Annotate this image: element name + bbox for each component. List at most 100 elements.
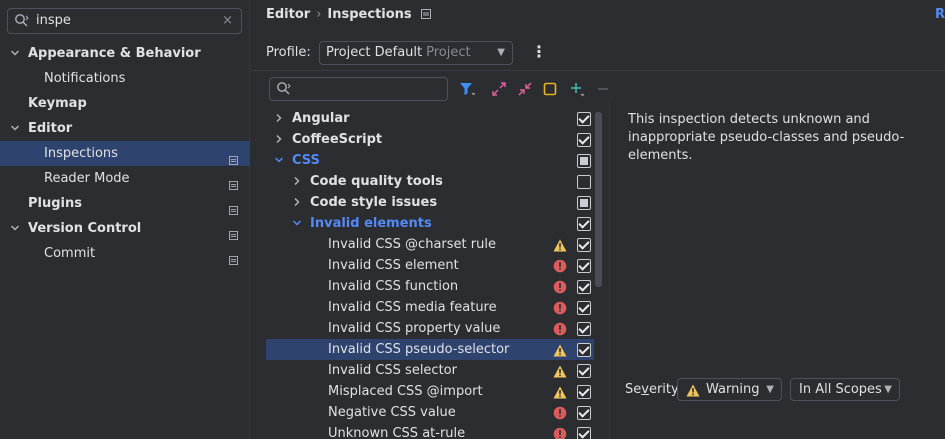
severity-value: Warning	[706, 382, 760, 397]
collapse-all-icon[interactable]	[517, 81, 533, 97]
checkbox-icon[interactable]	[577, 259, 591, 273]
inspection-row[interactable]: Invalid CSS media feature	[266, 297, 594, 318]
clear-icon[interactable]: ×	[222, 13, 233, 28]
settings-search-input[interactable]: inspe ×	[7, 8, 242, 34]
chevron-down-icon: ▼	[884, 384, 892, 395]
project-icon	[229, 249, 238, 265]
inspection-filter-input[interactable]	[269, 77, 448, 101]
sidebar-item-reader-mode[interactable]: Reader Mode	[0, 166, 250, 191]
checkbox-icon[interactable]	[577, 217, 591, 231]
inspection-row[interactable]: Code quality tools	[266, 171, 594, 192]
checkbox-icon[interactable]	[577, 427, 591, 439]
inspection-row[interactable]: Invalid elements	[266, 213, 594, 234]
project-icon	[229, 149, 238, 165]
inspection-row[interactable]: Invalid CSS element	[266, 255, 594, 276]
search-icon	[276, 81, 292, 101]
error-icon	[553, 322, 567, 336]
checkbox-icon[interactable]	[577, 322, 591, 336]
profile-select[interactable]: Project Default Project ▼	[319, 41, 513, 65]
sidebar-item-inspections[interactable]: Inspections	[0, 141, 250, 166]
inspection-row[interactable]: CoffeeScript	[266, 129, 594, 150]
inspection-row[interactable]: Invalid CSS selector	[266, 360, 594, 381]
checkbox-icon[interactable]	[577, 112, 591, 126]
checkbox-icon[interactable]	[577, 385, 591, 399]
inspection-row[interactable]: CSS	[266, 150, 594, 171]
project-icon	[420, 8, 431, 23]
inspections-tree: Angular CoffeeScript CSS Code quality tools…	[266, 108, 594, 439]
inspection-row[interactable]: Negative CSS value	[266, 402, 594, 423]
inspection-label: Invalid CSS pseudo-selector	[328, 342, 510, 357]
inspection-row[interactable]: Invalid CSS property value	[266, 318, 594, 339]
error-icon	[553, 259, 567, 273]
inspection-row[interactable]: Angular	[266, 108, 594, 129]
warning-icon	[686, 383, 700, 404]
inspection-row[interactable]: Invalid CSS @charset rule	[266, 234, 594, 255]
breadcrumb-current: Inspections	[327, 7, 412, 22]
breadcrumb-parent[interactable]: Editor	[266, 7, 310, 22]
chevron-right-icon[interactable]	[292, 192, 304, 213]
sidebar-item-appearance-behavior[interactable]: Appearance & Behavior	[0, 41, 250, 66]
inspection-row[interactable]: Invalid CSS function	[266, 276, 594, 297]
checkbox-icon[interactable]	[577, 196, 591, 210]
inspection-description: This inspection detects unknown and inap…	[628, 112, 905, 163]
chevron-down-icon[interactable]	[10, 216, 24, 241]
sidebar-item-keymap[interactable]: Keymap	[0, 91, 250, 116]
chevron-down-icon[interactable]	[10, 116, 24, 141]
profile-scope: Project	[426, 45, 471, 60]
checkbox-icon[interactable]	[577, 154, 591, 168]
checkbox-icon[interactable]	[577, 364, 591, 378]
severity-select[interactable]: Warning ▼	[677, 378, 782, 401]
checkbox-icon[interactable]	[577, 238, 591, 252]
settings-tree: Appearance & Behavior Notifications Keymap…	[0, 41, 250, 266]
chevron-right-icon[interactable]	[274, 129, 286, 150]
project-icon	[229, 199, 238, 215]
breadcrumb: Editor › Inspections	[266, 7, 431, 23]
chevron-right-icon[interactable]	[274, 108, 286, 129]
sidebar-item-version-control[interactable]: Version Control	[0, 216, 250, 241]
inspection-row[interactable]: Unknown CSS at-rule	[266, 423, 594, 439]
reset-link[interactable]: R	[935, 7, 945, 22]
splitter[interactable]	[609, 101, 610, 439]
settings-search-value: inspe	[36, 13, 71, 28]
inspection-label: Invalid CSS selector	[328, 363, 457, 378]
inspection-row[interactable]: Invalid CSS pseudo-selector	[266, 339, 594, 360]
more-options-icon[interactable]: ⋮	[531, 42, 547, 61]
expand-all-icon[interactable]	[491, 81, 507, 97]
error-icon	[553, 301, 567, 315]
sidebar-item-editor[interactable]: Editor	[0, 116, 250, 141]
error-icon	[553, 427, 567, 439]
chevron-down-icon[interactable]	[274, 150, 286, 171]
sidebar-item-commit[interactable]: Commit	[0, 241, 250, 266]
add-icon[interactable]	[569, 81, 585, 97]
checkbox-icon[interactable]	[577, 280, 591, 294]
reset-icon[interactable]	[542, 81, 558, 97]
remove-icon[interactable]	[595, 81, 611, 97]
checkbox-icon[interactable]	[577, 406, 591, 420]
inspection-row[interactable]: Misplaced CSS @import	[266, 381, 594, 402]
sidebar-item-plugins[interactable]: Plugins	[0, 191, 250, 216]
inspection-row[interactable]: Code style issues	[266, 192, 594, 213]
checkbox-icon[interactable]	[577, 175, 591, 189]
inspections-panel: Editor › Inspections R Profile: Project De…	[251, 0, 945, 439]
warning-icon	[553, 385, 567, 399]
warning-icon	[553, 364, 567, 378]
chevron-down-icon[interactable]	[10, 41, 24, 66]
checkbox-icon[interactable]	[577, 343, 591, 357]
sidebar-item-notifications[interactable]: Notifications	[0, 66, 250, 91]
tree-scrollbar[interactable]	[595, 112, 602, 287]
divider	[251, 70, 945, 71]
sidebar-item-label: Notifications	[44, 71, 126, 86]
checkbox-icon[interactable]	[577, 301, 591, 315]
chevron-down-icon: ▼	[497, 47, 505, 58]
chevron-down-icon[interactable]	[292, 213, 304, 234]
project-icon	[229, 174, 238, 190]
inspection-label: Negative CSS value	[328, 405, 456, 420]
inspection-label: Angular	[292, 111, 350, 126]
filter-icon[interactable]	[459, 81, 475, 97]
sidebar-item-label: Keymap	[28, 96, 87, 111]
checkbox-icon[interactable]	[577, 133, 591, 147]
sidebar-item-label: Appearance & Behavior	[28, 46, 201, 61]
chevron-right-icon[interactable]	[292, 171, 304, 192]
inspection-label: Invalid CSS media feature	[328, 300, 497, 315]
scope-select[interactable]: In All Scopes ▼	[790, 378, 900, 401]
